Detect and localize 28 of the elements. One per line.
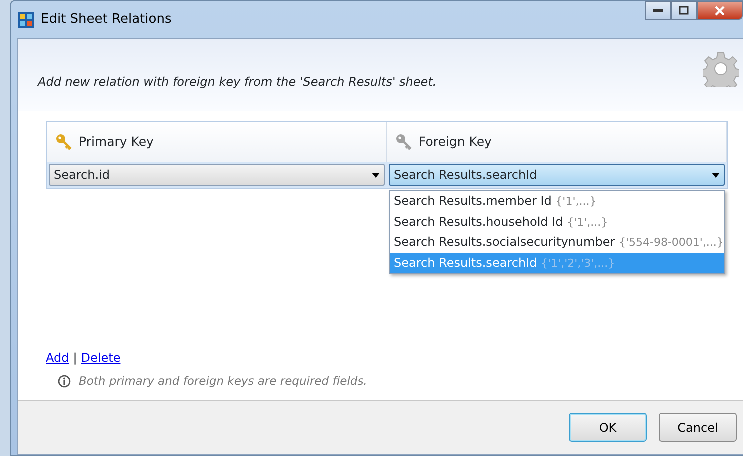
separator-text: | — [73, 350, 78, 367]
info-text: Both primary and foreign keys are required fields. — [79, 372, 368, 390]
key-icon — [395, 133, 413, 151]
close-icon — [714, 6, 726, 16]
combo-box[interactable]: Search Results.searchId — [389, 164, 725, 186]
link[interactable]: Delete — [81, 348, 121, 367]
minimize-icon — [653, 8, 663, 12]
dropdown-option[interactable]: Search Results.member Id {'1',...} — [390, 191, 724, 212]
instruction-text: Add new relation with foreign key from the 'Search Results' sheet. — [38, 74, 437, 91]
dropdown-option[interactable]: Search Results.household Id {'1',...} — [390, 212, 724, 232]
info-icon — [58, 374, 71, 388]
app-icon — [17, 10, 35, 28]
column-header: Foreign Key — [419, 132, 492, 151]
maximize-icon — [679, 6, 689, 15]
minimize-button[interactable] — [645, 1, 671, 20]
caret-icon — [712, 172, 720, 178]
dialog-button[interactable]: OK — [569, 413, 647, 442]
caret-icon — [372, 172, 380, 178]
settings-icon — [703, 51, 739, 87]
link[interactable]: Add — [46, 348, 70, 367]
close-button[interactable] — [697, 1, 743, 20]
dropdown-option[interactable]: Search Results.socialsecuritynumber {'554-98-0001',...} — [390, 232, 724, 252]
window-title: Edit Sheet Relations — [41, 10, 172, 29]
column-header: Primary Key — [79, 132, 154, 151]
maximize-button[interactable] — [671, 1, 697, 20]
dialog-button[interactable]: Cancel — [659, 413, 737, 442]
combo-box[interactable]: Search.id — [49, 164, 385, 186]
key-icon — [55, 133, 73, 151]
